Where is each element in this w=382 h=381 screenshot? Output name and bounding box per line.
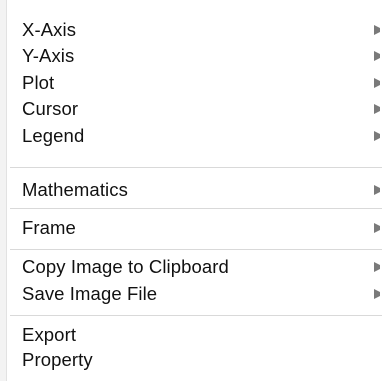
menu-item-plot[interactable]: Plot: [22, 70, 382, 96]
menu-item-label: Y-Axis: [22, 45, 75, 66]
context-menu: X-Axis Y-Axis Plot Cursor Legend Mathema…: [0, 0, 382, 381]
menu-item-label: Plot: [22, 72, 55, 93]
menu-item-legend[interactable]: Legend: [22, 123, 382, 149]
submenu-arrow-icon: [374, 25, 380, 35]
menu-item-property[interactable]: Property: [22, 347, 382, 373]
menu-separator: [10, 208, 382, 209]
menu-item-frame[interactable]: Frame: [22, 215, 382, 241]
menu-item-copy-image-to-clipboard[interactable]: Copy Image to Clipboard: [22, 254, 382, 280]
menu-item-label: Save Image File: [22, 283, 158, 304]
submenu-arrow-icon: [374, 223, 380, 233]
submenu-arrow-icon: [374, 185, 380, 195]
submenu-arrow-icon: [374, 104, 380, 114]
menu-separator: [10, 249, 382, 250]
menu-item-label: Cursor: [22, 98, 79, 119]
menu-icon-gutter: [0, 0, 7, 381]
submenu-arrow-icon: [374, 78, 380, 88]
submenu-arrow-icon: [374, 289, 380, 299]
menu-item-label: Frame: [22, 217, 76, 238]
menu-item-export[interactable]: Export: [22, 322, 382, 348]
submenu-arrow-icon: [374, 131, 380, 141]
menu-item-label: Property: [22, 349, 93, 370]
menu-item-save-image-file[interactable]: Save Image File: [22, 281, 382, 307]
menu-item-label: Legend: [22, 125, 85, 146]
submenu-arrow-icon: [374, 262, 380, 272]
submenu-arrow-icon: [374, 51, 380, 61]
menu-item-label: Mathematics: [22, 179, 128, 200]
menu-item-mathematics[interactable]: Mathematics: [22, 177, 382, 203]
menu-item-label: Copy Image to Clipboard: [22, 256, 229, 277]
menu-item-x-axis[interactable]: X-Axis: [22, 17, 382, 43]
menu-separator: [10, 315, 382, 316]
menu-item-label: X-Axis: [22, 19, 77, 40]
menu-item-label: Export: [22, 324, 77, 345]
menu-item-y-axis[interactable]: Y-Axis: [22, 43, 382, 69]
menu-separator: [10, 167, 382, 168]
menu-item-cursor[interactable]: Cursor: [22, 96, 382, 122]
